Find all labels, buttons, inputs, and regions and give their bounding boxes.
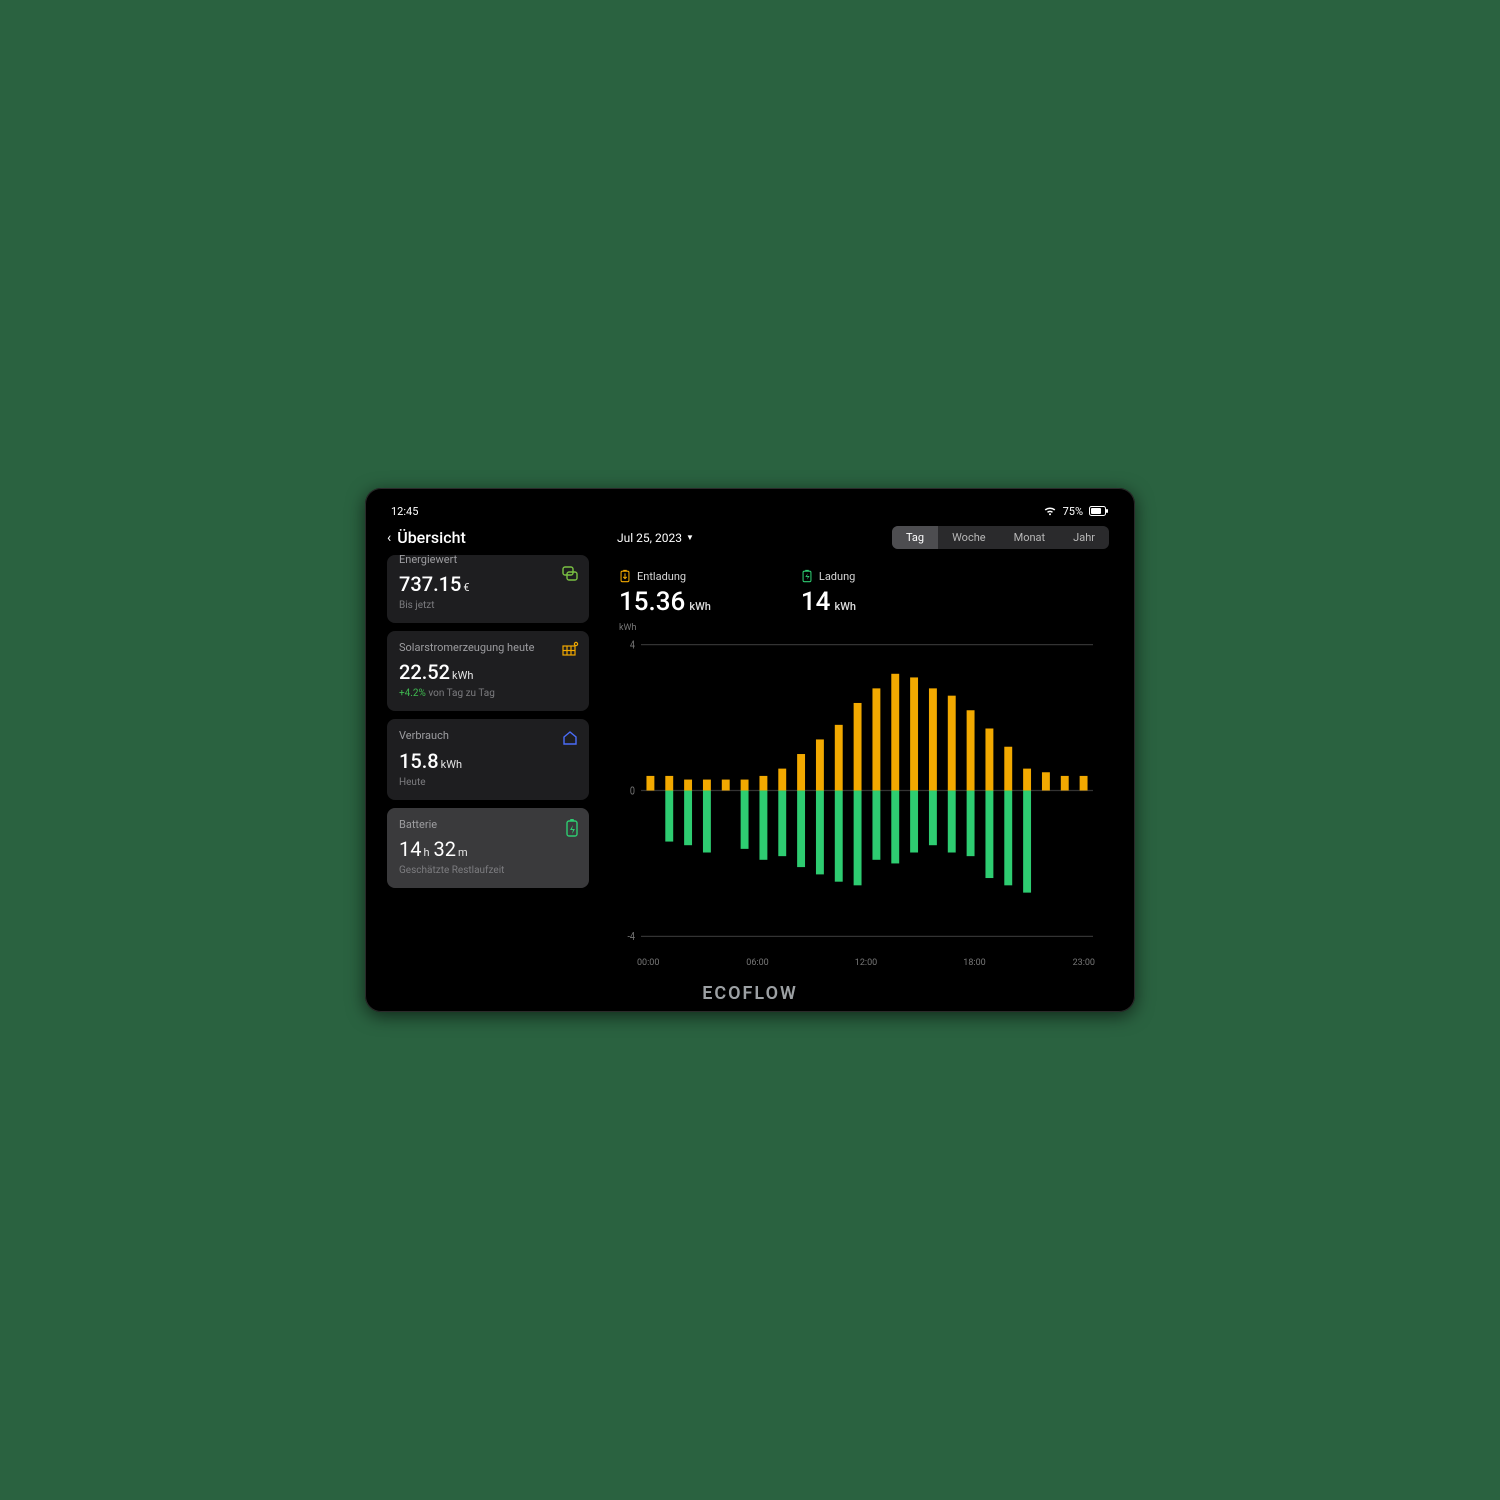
- range-tabs: Tag Woche Monat Jahr: [892, 526, 1109, 549]
- back-button[interactable]: ‹ Übersicht: [387, 528, 597, 547]
- battery-discharge-icon: [619, 569, 631, 583]
- battery-icon: [1089, 506, 1109, 516]
- header: ‹ Übersicht Jul 25, 2023 ▼ Tag Woche Mon…: [379, 522, 1121, 555]
- card-label: Verbrauch: [399, 729, 549, 742]
- tab-jahr[interactable]: Jahr: [1059, 526, 1109, 549]
- page-title: Übersicht: [397, 528, 466, 547]
- card-sub: Heute: [399, 777, 577, 788]
- svg-text:-4: -4: [627, 931, 635, 943]
- card-sub: Geschätzte Restlaufzeit: [399, 865, 577, 876]
- card-label: Batterie: [399, 818, 549, 831]
- status-bar: 12:45 75%: [379, 500, 1121, 522]
- money-icon: [561, 565, 579, 583]
- card-value: 14h32m: [399, 837, 577, 861]
- card-value: 15.8: [399, 749, 439, 773]
- card-value: 22.52: [399, 660, 450, 684]
- tablet-frame: 12:45 75% ‹ Übersicht Jul 25, 2023 ▼: [365, 488, 1135, 1012]
- card-sub: Bis jetzt: [399, 600, 577, 611]
- metric-ladung: Ladung 14kWh: [801, 569, 856, 617]
- battery-charging-icon: [565, 818, 579, 838]
- screen: 12:45 75% ‹ Übersicht Jul 25, 2023 ▼: [379, 500, 1121, 978]
- clock: 12:45: [391, 505, 418, 518]
- card-value: 737.15: [399, 572, 461, 596]
- wifi-icon: [1043, 506, 1057, 516]
- svg-text:4: 4: [630, 640, 635, 652]
- card-energiewert[interactable]: Energiewert 737.15€ Bis jetzt: [387, 555, 589, 623]
- tab-woche[interactable]: Woche: [938, 526, 1000, 549]
- triangle-down-icon: ▼: [686, 533, 694, 542]
- card-solar[interactable]: Solarstromerzeugung heute 22.52kWh +4.2%…: [387, 631, 589, 711]
- battery-charge-icon: [801, 569, 813, 583]
- metrics-row: Entladung 15.36kWh Ladung 14kWh: [619, 555, 1099, 623]
- metric-entladung: Entladung 15.36kWh: [619, 569, 711, 617]
- date-picker[interactable]: Jul 25, 2023 ▼: [617, 531, 694, 545]
- card-verbrauch[interactable]: Verbrauch 15.8kWh Heute: [387, 719, 589, 799]
- battery-percent: 75%: [1063, 505, 1083, 518]
- brand-logo: ECOFLOW: [702, 983, 798, 1004]
- tab-monat[interactable]: Monat: [1000, 526, 1060, 549]
- home-icon: [561, 729, 579, 747]
- card-label: Solarstromerzeugung heute: [399, 641, 549, 654]
- chevron-left-icon: ‹: [387, 530, 391, 546]
- card-sub: +4.2% von Tag zu Tag: [399, 688, 577, 699]
- solar-panel-icon: [561, 641, 579, 659]
- date-label: Jul 25, 2023: [617, 531, 682, 545]
- chart-x-axis: 00:0006:0012:0018:0023:00: [619, 958, 1099, 968]
- tab-tag[interactable]: Tag: [892, 526, 938, 549]
- sidebar: Energiewert 737.15€ Bis jetzt Solarstrom…: [379, 555, 597, 978]
- card-batterie[interactable]: Batterie 14h32m Geschätzte Restlaufzeit: [387, 808, 589, 888]
- main-panel: Entladung 15.36kWh Ladung 14kWh: [597, 555, 1121, 978]
- card-label: Energiewert: [399, 555, 549, 566]
- svg-text:0: 0: [630, 785, 635, 797]
- chart: -4 0 4 00:0006:0012:0018:0023:00: [619, 627, 1099, 968]
